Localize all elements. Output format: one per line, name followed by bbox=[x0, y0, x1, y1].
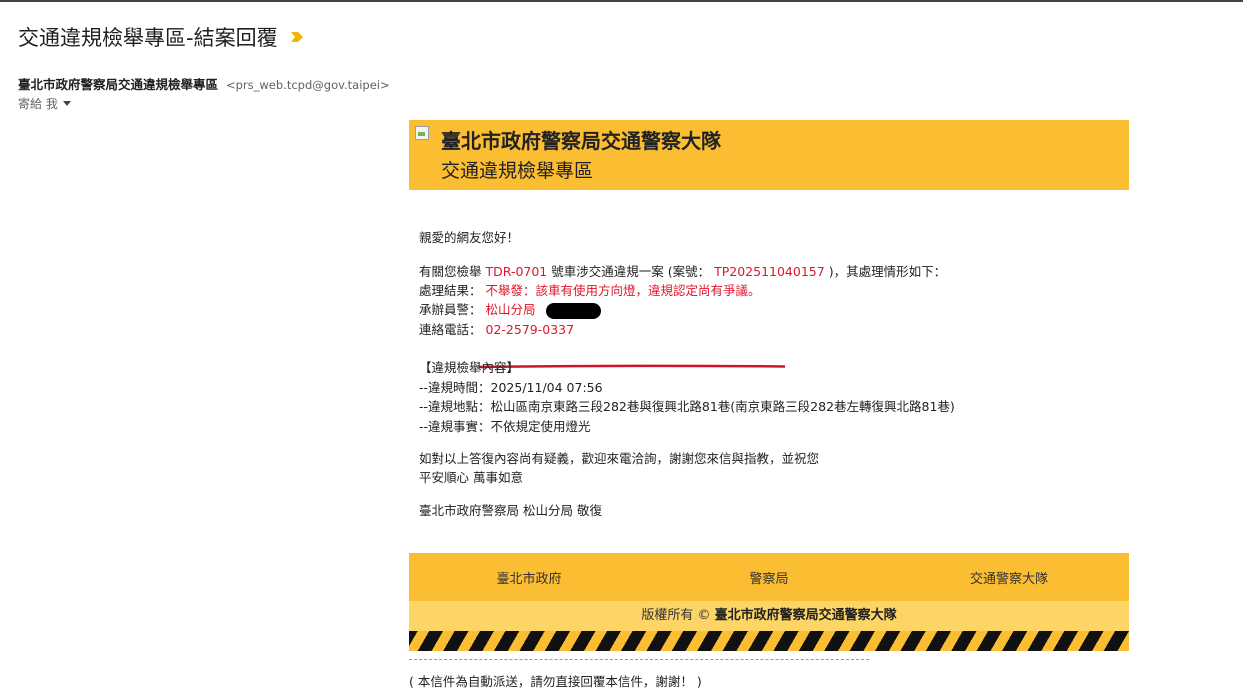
email-subject: 交通違規檢舉專區-結案回覆 bbox=[18, 26, 278, 50]
result-underline-annotation bbox=[478, 364, 786, 369]
phone-value[interactable]: 02-2579-0337 bbox=[486, 322, 575, 337]
closing-line-2: 平安順心 萬事如意 bbox=[419, 470, 523, 485]
result-value: 不舉發：該車有使用方向燈，違規認定尚有爭議。 bbox=[485, 283, 761, 298]
footer-link-traffic[interactable]: 交通警察大隊 bbox=[889, 568, 1129, 587]
copyright-org: 臺北市政府警察局交通警察大隊 bbox=[714, 608, 897, 623]
intro-suffix: )，其處理情形如下： bbox=[828, 264, 947, 279]
sender-row: 臺北市政府警察局交通違規檢舉專區 <prs_web.tcpd@gov.taipe… bbox=[18, 74, 390, 93]
officer-value: 松山分局 bbox=[485, 302, 536, 317]
footer-link-police[interactable]: 警察局 bbox=[649, 568, 889, 587]
auto-send-note: ( 本信件為自動派送，請勿直接回覆本信件，謝謝！ ) bbox=[409, 674, 702, 689]
violation-time: --違規時間：2025/11/04 07:56 bbox=[419, 380, 603, 395]
footer-link-city[interactable]: 臺北市政府 bbox=[409, 568, 649, 587]
copyright: 版權所有 © 臺北市政府警察局交通警察大隊 bbox=[409, 601, 1129, 631]
header-banner: 臺北市政府警察局交通警察大隊 交通違規檢舉專區 bbox=[409, 120, 1129, 190]
officer-line: 承辦員警： 松山分局 bbox=[419, 299, 601, 319]
copyright-prefix: 版權所有 © bbox=[641, 608, 711, 623]
phone-label: 連絡電話： bbox=[419, 322, 482, 337]
signature: 臺北市政府警察局 松山分局 敬復 bbox=[419, 503, 602, 518]
subject-row: 交通違規檢舉專區-結案回覆 bbox=[18, 22, 304, 52]
recipient-label: 寄給 我 bbox=[18, 97, 58, 111]
intro-line: 有關您檢舉 TDR-0701 號車涉交通違規一案 (案號： TP20251104… bbox=[419, 261, 946, 280]
redacted-name bbox=[545, 302, 601, 319]
divider bbox=[409, 659, 869, 660]
footer-nav: 臺北市政府 警察局 交通警察大隊 bbox=[409, 553, 1129, 601]
closing-line-1: 如對以上答復內容尚有疑義，歡迎來電洽詢，謝謝您來信與指教，並祝您 bbox=[419, 451, 820, 466]
intro-prefix: 有關您檢舉 bbox=[419, 264, 482, 279]
hazard-stripes bbox=[409, 631, 1129, 651]
case-number: TP202511040157 bbox=[714, 264, 825, 279]
important-marker-icon[interactable] bbox=[290, 30, 304, 44]
intro-mid: 號車涉交通違規一案 (案號： bbox=[551, 264, 711, 279]
result-label: 處理結果： bbox=[419, 283, 482, 298]
violation-place: --違規地點：松山區南京東路三段282巷與復興北路81巷(南京東路三段282巷左… bbox=[419, 399, 955, 414]
violation-fact: --違規事實：不依規定使用燈光 bbox=[419, 419, 591, 434]
officer-label: 承辦員警： bbox=[419, 302, 482, 317]
banner-subtitle: 交通違規檢舉專區 bbox=[441, 160, 594, 182]
greeting: 親愛的網友您好！ bbox=[419, 230, 520, 245]
recipient-details[interactable]: 寄給 我 bbox=[18, 95, 71, 112]
section-title: 【違規檢舉內容】 bbox=[419, 360, 520, 375]
chevron-down-icon[interactable] bbox=[62, 101, 71, 106]
plate-number: TDR-0701 bbox=[485, 264, 548, 279]
result-line: 處理結果： 不舉發：該車有使用方向燈，違規認定尚有爭議。 bbox=[419, 280, 761, 299]
sender-name[interactable]: 臺北市政府警察局交通違規檢舉專區 bbox=[18, 77, 218, 92]
broken-image-icon bbox=[415, 126, 429, 140]
sender-email: <prs_web.tcpd@gov.taipei> bbox=[226, 78, 390, 92]
email-body: 臺北市政府警察局交通警察大隊 交通違規檢舉專區 親愛的網友您好！ 有關您檢舉 T… bbox=[409, 120, 1129, 689]
banner-title: 臺北市政府警察局交通警察大隊 bbox=[441, 129, 721, 153]
phone-line: 連絡電話： 02-2579-0337 bbox=[419, 319, 574, 338]
